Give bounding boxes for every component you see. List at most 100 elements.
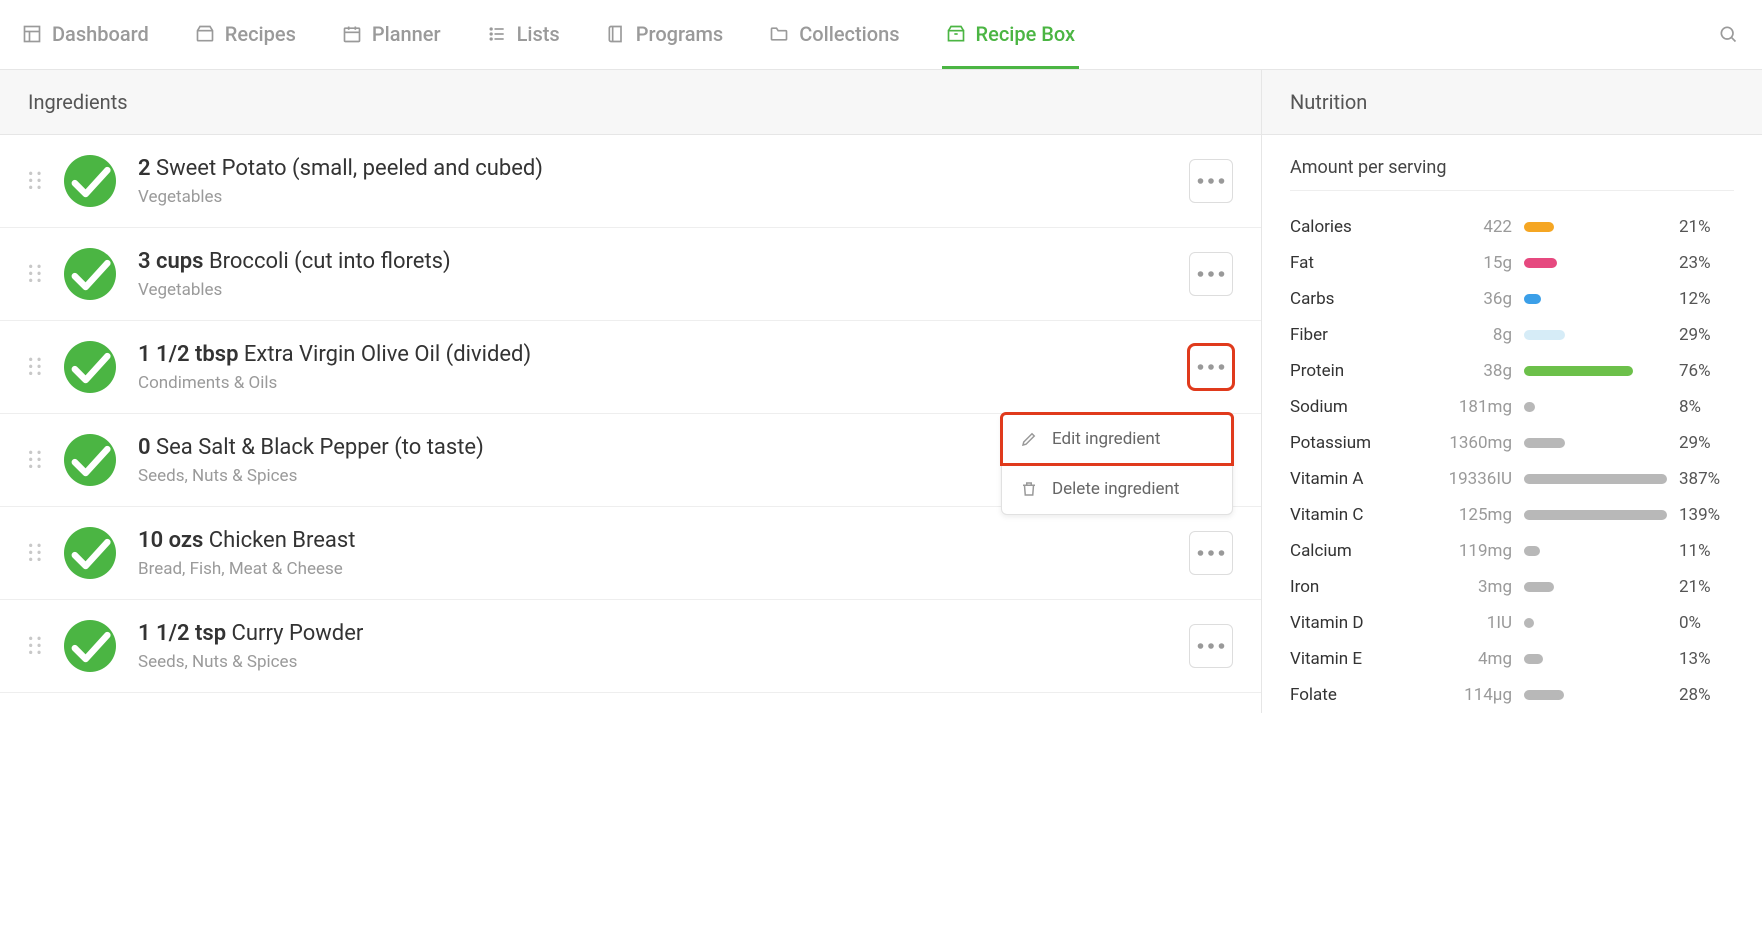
nutrition-label: Calcium [1290,541,1405,561]
drag-handle-icon[interactable]: •••••• [28,171,42,192]
nutrition-row: Iron3mg21% [1262,569,1762,605]
nav-dashboard[interactable]: Dashboard [18,10,153,69]
nav-recipes[interactable]: Recipes [191,10,300,69]
nutrition-percent: 13% [1679,649,1734,669]
nutrition-percent: 12% [1679,289,1734,309]
edit-ingredient-item[interactable]: Edit ingredient [1002,414,1232,464]
nutrition-label: Vitamin E [1290,649,1405,669]
more-options-button[interactable] [1189,345,1233,389]
ingredient-amount: 3 cups [138,249,203,274]
nutrition-bar [1524,690,1667,700]
nutrition-row: Vitamin C125mg139% [1262,497,1762,533]
nutrition-label: Vitamin D [1290,613,1405,633]
nutrition-percent: 29% [1679,325,1734,345]
nutrition-row: Protein38g76% [1262,353,1762,389]
nutrition-label: Fiber [1290,325,1405,345]
nav-label: Recipe Box [976,22,1076,46]
nutrition-value: 181mg [1417,397,1512,417]
ingredient-category: Condiments & Oils [138,373,1167,393]
ingredient-row: •••••• 1 1/2 tsp Curry PowderSeeds, Nuts … [0,600,1261,693]
nutrition-bar [1524,294,1667,304]
ingredient-amount: 1 1/2 tsp [138,621,226,646]
nutrition-percent: 29% [1679,433,1734,453]
top-nav: Dashboard Recipes Planner Lists Programs… [0,0,1762,70]
ingredient-text: 2 Sweet Potato (small, peeled and cubed)… [138,156,1167,207]
ingredient-name: Curry Powder [226,621,363,646]
nutrition-row: Potassium1360mg29% [1262,425,1762,461]
nutrition-row: Calories42221% [1262,209,1762,245]
nav-label: Planner [372,22,441,46]
ingredient-name: Broccoli (cut into florets) [203,249,450,274]
nutrition-label: Protein [1290,361,1405,381]
nutrition-percent: 23% [1679,253,1734,273]
delete-ingredient-item[interactable]: Delete ingredient [1002,464,1232,514]
nav-collections[interactable]: Collections [765,10,903,69]
ingredient-row: •••••• 1 1/2 tbsp Extra Virgin Olive Oil … [0,321,1261,414]
check-icon[interactable] [64,620,116,672]
check-icon[interactable] [64,434,116,486]
check-icon[interactable] [64,248,116,300]
more-options-button[interactable] [1189,252,1233,296]
nutrition-label: Folate [1290,685,1405,705]
more-options-button[interactable] [1189,624,1233,668]
drag-handle-icon[interactable]: •••••• [28,264,42,285]
nutrition-row: Carbs 36g 12% [1262,281,1762,317]
more-options-button[interactable] [1189,159,1233,203]
nutrition-percent: 21% [1679,577,1734,597]
nutrition-value: 119mg [1417,541,1512,561]
nutrition-label: Potassium [1290,433,1405,453]
nutrition-header: Nutrition [1262,70,1762,135]
check-icon[interactable] [64,341,116,393]
ingredient-text: 10 ozs Chicken BreastBread, Fish, Meat &… [138,528,1167,579]
nav-recipe-box[interactable]: Recipe Box [942,10,1080,69]
nutrition-percent: 28% [1679,685,1734,705]
nutrition-bar [1524,222,1667,232]
nutrition-row: Sodium181mg8% [1262,389,1762,425]
drag-handle-icon[interactable]: •••••• [28,636,42,657]
check-icon[interactable] [64,527,116,579]
nav-programs[interactable]: Programs [602,10,727,69]
nutrition-label: Fat [1290,253,1405,273]
ingredient-amount: 2 [138,156,151,181]
drag-handle-icon[interactable]: •••••• [28,450,42,471]
nav-label: Programs [636,22,723,46]
ingredient-dropdown: Edit ingredient Delete ingredient [1001,413,1233,515]
nutrition-label: Carbs [1290,289,1405,309]
nutrition-label: Iron [1290,577,1405,597]
search-button[interactable] [1712,12,1744,68]
nav-planner[interactable]: Planner [338,10,445,69]
main-content: Ingredients ••••••2 Sweet Potato (small,… [0,70,1762,713]
nutrition-row: Vitamin D1IU0% [1262,605,1762,641]
inbox-icon [195,24,215,44]
ingredient-amount: 10 ozs [138,528,203,553]
nutrition-value: 36g [1417,289,1512,309]
nutrition-percent: 21% [1679,217,1734,237]
nutrition-bar [1524,366,1667,376]
ingredient-text: 1 1/2 tsp Curry PowderSeeds, Nuts & Spic… [138,621,1167,672]
ingredient-text: 3 cups Broccoli (cut into florets)Vegeta… [138,249,1167,300]
dashboard-icon [22,24,42,44]
nutrition-bar [1524,582,1667,592]
nav-label: Lists [517,22,560,46]
nutrition-bar [1524,402,1667,412]
drag-handle-icon[interactable]: •••••• [28,543,42,564]
ingredient-amount: 0 [138,435,151,460]
ingredient-name: Sweet Potato (small, peeled and cubed) [151,156,543,181]
dropdown-label: Delete ingredient [1052,479,1179,499]
pencil-icon [1020,430,1038,448]
nutrition-panel: Nutrition Amount per serving Calories422… [1262,70,1762,713]
nutrition-value: 38g [1417,361,1512,381]
ingredient-text: 1 1/2 tbsp Extra Virgin Olive Oil (divid… [138,342,1167,393]
trash-icon [1020,480,1038,498]
nutrition-list: Calories42221%Fat15g23%Carbs36g12%Fiber8… [1262,209,1762,713]
nutrition-value: 422 [1417,217,1512,237]
check-icon[interactable] [64,155,116,207]
more-options-button[interactable] [1189,531,1233,575]
nutrition-value: 19336IU [1417,469,1512,489]
drag-handle-icon[interactable]: •••••• [28,357,42,378]
nutrition-bar [1524,330,1667,340]
nav-lists[interactable]: Lists [483,10,564,69]
nutrition-label: Vitamin C [1290,505,1405,525]
nutrition-value: 15g [1417,253,1512,273]
nutrition-row: Calcium119mg11% [1262,533,1762,569]
